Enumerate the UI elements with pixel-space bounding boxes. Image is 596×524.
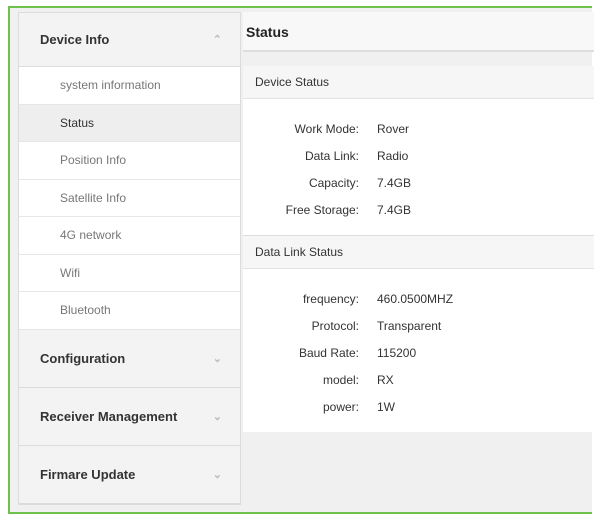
sidebar-item-position-info[interactable]: Position Info	[19, 142, 240, 180]
info-row-baud-rate: Baud Rate: 115200	[243, 339, 594, 366]
info-row-work-mode: Work Mode: Rover	[243, 115, 594, 142]
sidebar-group-device-info[interactable]: Device Info ⌃	[19, 13, 240, 67]
group-label: Firmare Update	[40, 466, 136, 482]
sidebar-item-system-information[interactable]: system information	[19, 67, 240, 105]
sidebar: Device Info ⌃ system information Status …	[18, 12, 241, 505]
row-label: Capacity:	[308, 175, 359, 190]
info-row-frequency: frequency: 460.0500MHZ	[243, 285, 594, 312]
app-frame: Device Info ⌃ system information Status …	[8, 6, 594, 514]
row-value: Transparent	[377, 318, 442, 333]
sidebar-group-configuration[interactable]: Configuration ⌄	[19, 329, 240, 388]
info-row-model: model: RX	[243, 366, 594, 393]
chevron-up-icon: ⌃	[212, 34, 222, 46]
row-value: 460.0500MHZ	[377, 291, 454, 306]
main-content: Status Device Status Work Mode: Rover Da…	[243, 12, 594, 444]
info-row-protocol: Protocol: Transparent	[243, 312, 594, 339]
row-value: Rover	[377, 121, 410, 136]
info-row-capacity: Capacity: 7.4GB	[243, 169, 594, 196]
info-row-free-storage: Free Storage: 7.4GB	[243, 196, 594, 223]
page-title: Status	[243, 12, 594, 52]
device-status-panel: Device Status Work Mode: Rover Data Link…	[243, 66, 594, 235]
sidebar-group-receiver-management[interactable]: Receiver Management ⌄	[19, 387, 240, 446]
row-label: Work Mode:	[294, 121, 359, 136]
row-value: 1W	[377, 399, 395, 414]
row-value: 7.4GB	[377, 175, 412, 190]
group-label: Device Info	[40, 32, 110, 47]
sidebar-item-status[interactable]: Status	[19, 104, 240, 142]
group-label: Receiver Management	[40, 408, 178, 424]
chevron-down-icon: ⌄	[212, 410, 222, 423]
row-label: Baud Rate:	[298, 345, 359, 360]
row-value: Radio	[377, 148, 409, 163]
info-row-data-link: Data Link: Radio	[243, 142, 594, 169]
row-label: Data Link:	[304, 148, 359, 163]
sidebar-group-firmware-update[interactable]: Firmare Update ⌄	[19, 445, 240, 504]
panel-heading: Data Link Status	[243, 236, 594, 269]
row-label: power:	[322, 399, 359, 414]
sidebar-item-4g-network[interactable]: 4G network	[19, 217, 240, 255]
chevron-down-icon: ⌄	[212, 468, 222, 481]
info-row-power: power: 1W	[243, 393, 594, 420]
row-label: Free Storage:	[285, 202, 359, 217]
row-value: 7.4GB	[377, 202, 412, 217]
sidebar-item-satellite-info[interactable]: Satellite Info	[19, 179, 240, 217]
row-value: 115200	[377, 345, 417, 360]
row-label: Protocol:	[311, 318, 359, 333]
data-link-status-panel: Data Link Status frequency: 460.0500MHZ …	[243, 235, 594, 432]
row-label: model:	[322, 372, 359, 387]
panel-heading: Device Status	[243, 66, 594, 99]
sidebar-item-bluetooth[interactable]: Bluetooth	[19, 292, 240, 330]
sidebar-item-wifi[interactable]: Wifi	[19, 254, 240, 292]
chevron-down-icon: ⌄	[212, 352, 222, 365]
row-label: frequency:	[302, 291, 359, 306]
row-value: RX	[377, 372, 394, 387]
group-label: Configuration	[40, 350, 126, 366]
